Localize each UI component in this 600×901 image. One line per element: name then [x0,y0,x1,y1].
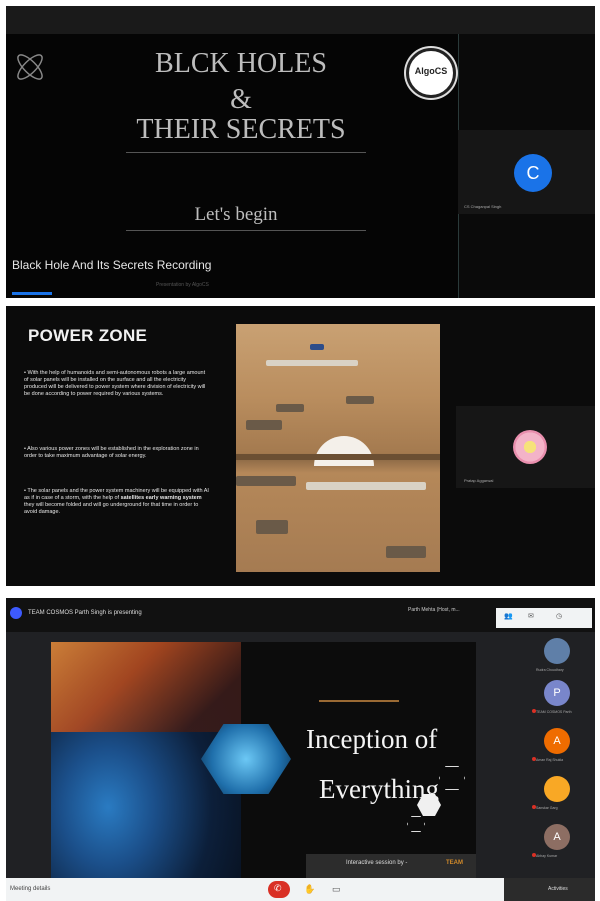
mic-off-icon [532,805,536,809]
participant-name: Aman Raj Shukla [536,758,564,762]
habitat-dome [314,436,374,466]
divider [126,230,366,231]
avatar: C [514,154,552,192]
panel-row [306,482,426,490]
hand-icon[interactable]: ✋ [304,884,315,895]
top-toolbar: 👥 ✉ ◷ [496,608,592,628]
mic-off-icon [532,757,536,761]
faint-caption: Presentation by AlgoCS [156,282,209,288]
slide-title-line-2: & [230,84,252,115]
slide-banner: Interactive session by - TEAM [306,854,476,878]
slide-subtitle: Let's begin [194,204,278,225]
meeting-screenshot-2: POWER ZONE • With the help of humanoids … [6,306,595,586]
presenting-bar: TEAM COSMOS Parth Singh is presenting Pa… [6,598,595,632]
meeting-details-link[interactable]: Meeting details [10,886,50,892]
avatar[interactable]: A [544,728,570,754]
top-bar [6,6,595,34]
machinery [386,546,426,558]
phone-icon: ✆ [274,883,282,893]
avatar[interactable]: A [544,824,570,850]
presenter-avatar [10,607,22,619]
avatar [513,430,547,464]
accent-line [319,700,399,702]
machinery [236,476,296,486]
avatar[interactable]: P [544,680,570,706]
marker [310,344,324,350]
time-icon[interactable]: ◷ [556,612,562,620]
participant-name: Rudra Choudhary [536,668,564,672]
machinery [256,520,288,534]
algocs-badge: AlgoCS [406,48,456,98]
avatar[interactable] [544,776,570,802]
image-divider [236,454,440,460]
hexagon-outline [439,766,465,790]
solar-panel [276,404,304,412]
activities-panel[interactable]: Activities [504,878,595,901]
panel-row [266,360,358,366]
slide-title: POWER ZONE [28,326,148,345]
presented-slide: Inception of Everything Interactive sess… [51,642,476,878]
slide-title-line-3: THEIR SECRETS [136,114,346,145]
divider [126,152,366,153]
mic-off-icon [532,853,536,857]
bullet-1: • With the help of humanoids and semi-au… [24,370,206,397]
participants-panel: Rudra Choudhary P TEAM COSMOS Parth A Am… [526,634,595,882]
meeting-screenshot-1: AlgoCS BLCK HOLES & THEIR SECRETS Let's … [6,6,595,298]
slide-title-line-1: Inception of [306,724,438,754]
end-call-button[interactable]: ✆ [268,881,290,898]
presenting-text: TEAM COSMOS Parth Singh is presenting [28,610,142,616]
rover [246,420,282,430]
people-icon[interactable]: 👥 [504,612,513,620]
nebula-image [51,642,241,732]
participant-name: Sanskar Garg [536,806,558,810]
meeting-screenshot-3: TEAM COSMOS Parth Singh is presenting Pa… [6,598,595,901]
slide-title-line-1: BLCK HOLES [155,48,327,79]
mic-off-icon [532,709,536,713]
bullet-2: • Also various power zones will be estab… [24,446,199,459]
progress-bar[interactable] [12,292,52,295]
participant-name: CS Chaganpal Singh [464,204,502,209]
bullet-3: • The solar panels and the power system … [24,488,209,515]
mars-image [236,324,440,572]
chat-icon[interactable]: ✉ [528,612,534,620]
participant-name: Pratap Aggarwal [464,478,494,483]
avatar[interactable] [544,638,570,664]
atom-logo-icon [17,54,43,80]
bottom-controls: Meeting details ✆ ✋ ▭ Activities [6,878,595,901]
present-icon[interactable]: ▭ [332,884,341,895]
participant-name: TEAM COSMOS Parth [536,710,572,714]
participant-name: Abhay Kumar [536,854,558,858]
host-label: Parth Mehta (Host, m... [408,607,460,613]
solar-panel [346,396,374,404]
hexagon-outline [407,816,425,832]
recording-label: Black Hole And Its Secrets Recording [12,258,212,272]
